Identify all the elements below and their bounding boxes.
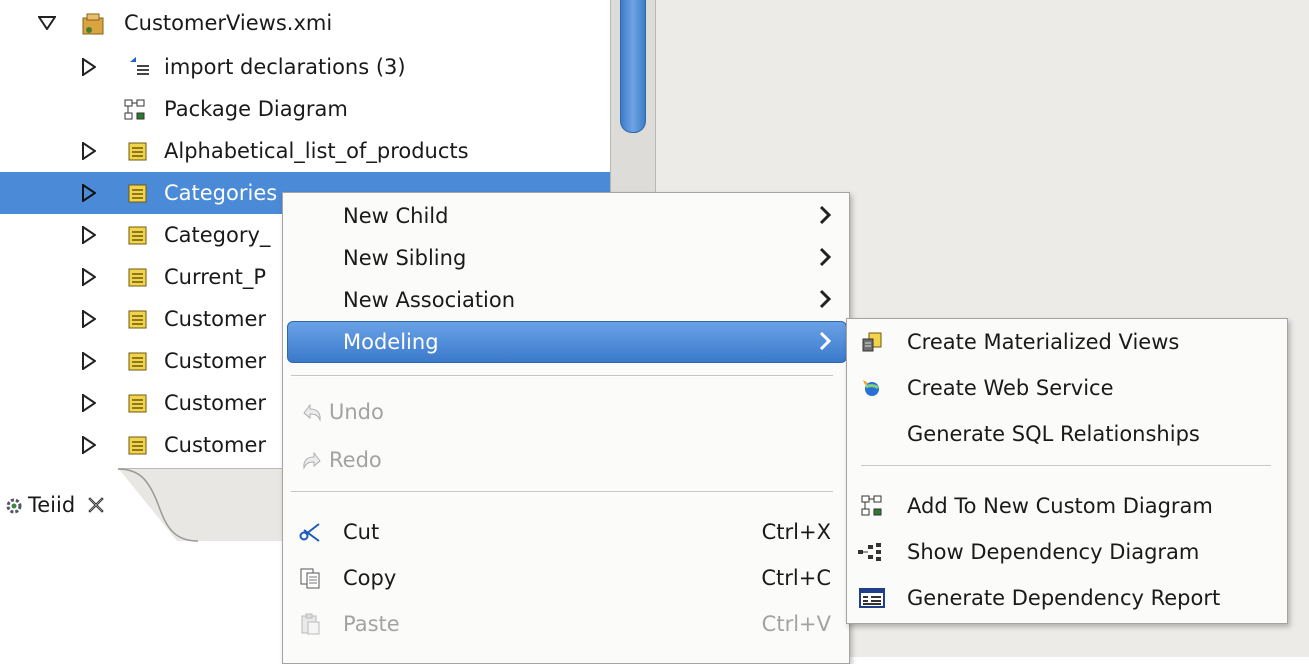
redo-icon [303, 451, 321, 470]
menu-item-new-sibling[interactable]: New Sibling [283, 237, 849, 279]
menu-item-label: Paste [343, 612, 400, 636]
menu-item-label: Generate Dependency Report [907, 586, 1221, 610]
custom-diagram-icon [861, 495, 882, 516]
menu-item-label: Add To New Custom Diagram [907, 494, 1213, 518]
context-menu: New Child New Sibling New Association Mo… [282, 192, 850, 664]
submenu-item-create-web-service[interactable]: Create Web Service [847, 367, 1287, 409]
undo-icon [303, 403, 321, 422]
menu-item-new-association[interactable]: New Association [283, 279, 849, 321]
modeling-submenu: Create Materialized Views Create Web Ser… [846, 318, 1288, 624]
view-table-icon [128, 394, 148, 414]
tree-item-label: import declarations (3) [164, 55, 406, 79]
cut-icon [299, 523, 320, 542]
submenu-item-create-materialized-views[interactable]: Create Materialized Views [847, 321, 1287, 363]
tree-root-label: CustomerViews.xmi [124, 11, 333, 35]
menu-item-label: New Child [343, 204, 449, 228]
tree-item-label: Categories [164, 181, 278, 205]
collapsed-twisty-icon[interactable] [80, 267, 98, 287]
tree-item-label: Alphabetical_list_of_products [164, 139, 469, 163]
submenu-item-generate-sql-relationships[interactable]: Generate SQL Relationships [847, 413, 1287, 455]
tree-row-root[interactable]: CustomerViews.xmi [0, 2, 610, 44]
chevron-right-icon [819, 205, 832, 225]
tree-row-package-diagram[interactable]: Package Diagram [0, 88, 610, 130]
menu-item-label: Show Dependency Diagram [907, 540, 1200, 564]
shortcut-label: Ctrl+X [761, 520, 831, 544]
tree-item-label: Current_P [164, 265, 267, 289]
menu-item-label: Copy [343, 566, 397, 590]
collapsed-twisty-icon[interactable] [80, 57, 98, 77]
menu-separator [291, 375, 833, 377]
view-table-icon [128, 268, 148, 288]
chevron-right-icon [819, 331, 832, 351]
menu-item-new-child[interactable]: New Child [283, 195, 849, 237]
menu-item-label: Undo [329, 400, 384, 424]
view-table-icon [128, 436, 148, 456]
menu-item-label: Redo [329, 448, 382, 472]
view-table-icon [128, 142, 148, 162]
collapsed-twisty-icon[interactable] [80, 351, 98, 371]
menu-item-label: Create Materialized Views [907, 330, 1180, 354]
package-diagram-icon [124, 99, 145, 120]
view-table-icon [128, 226, 148, 246]
menu-item-label: Cut [343, 520, 380, 544]
menu-separator [291, 491, 833, 493]
import-declarations-icon [128, 56, 149, 76]
tree-item-label: Customer [164, 433, 267, 457]
teiid-gear-icon [4, 496, 24, 516]
chevron-right-icon [819, 247, 832, 267]
menu-separator [861, 465, 1271, 467]
dependency-diagram-icon [858, 543, 881, 561]
tree-item-label: Customer [164, 349, 267, 373]
menu-item-label: Generate SQL Relationships [907, 422, 1200, 446]
tab-teiid-label: Teiid [28, 493, 76, 517]
web-service-icon [863, 380, 880, 396]
collapsed-twisty-icon[interactable] [80, 183, 98, 203]
collapsed-twisty-icon[interactable] [80, 141, 98, 161]
menu-item-redo[interactable]: Redo [283, 439, 849, 481]
shortcut-label: Ctrl+C [761, 566, 831, 590]
view-table-icon [128, 184, 148, 204]
chevron-right-icon [819, 289, 832, 309]
menu-item-label: Create Web Service [907, 376, 1114, 400]
collapsed-twisty-icon[interactable] [80, 393, 98, 413]
materialized-views-icon [862, 332, 882, 352]
menu-item-paste[interactable]: Paste Ctrl+V [283, 603, 849, 645]
menu-item-undo[interactable]: Undo [283, 391, 849, 433]
submenu-item-show-dependency-diagram[interactable]: Show Dependency Diagram [847, 531, 1287, 573]
tree-item-label: Customer [164, 391, 267, 415]
tab-edge-curve [118, 468, 198, 542]
expanded-twisty-icon[interactable] [38, 13, 56, 33]
collapsed-twisty-icon[interactable] [80, 435, 98, 455]
menu-item-label: New Sibling [343, 246, 467, 270]
view-table-icon [128, 352, 148, 372]
tree-row-import-declarations[interactable]: import declarations (3) [0, 46, 610, 88]
model-project-icon [81, 12, 105, 36]
copy-icon [300, 568, 320, 589]
menu-item-copy[interactable]: Copy Ctrl+C [283, 557, 849, 599]
submenu-item-add-to-new-custom-diagram[interactable]: Add To New Custom Diagram [847, 485, 1287, 527]
collapsed-twisty-icon[interactable] [80, 309, 98, 329]
tree-row-table[interactable]: Alphabetical_list_of_products [0, 130, 610, 172]
collapsed-twisty-icon[interactable] [80, 225, 98, 245]
scrollbar-thumb[interactable] [620, 0, 646, 133]
menu-item-cut[interactable]: Cut Ctrl+X [283, 511, 849, 553]
menu-item-label: New Association [343, 288, 516, 312]
close-icon[interactable] [86, 495, 108, 517]
paste-icon [301, 613, 320, 635]
tree-item-label: Category_ [164, 223, 271, 247]
menu-item-label: Modeling [343, 330, 439, 354]
shortcut-label: Ctrl+V [761, 612, 831, 636]
view-table-icon [128, 310, 148, 330]
submenu-item-generate-dependency-report[interactable]: Generate Dependency Report [847, 577, 1287, 619]
tree-item-label: Package Diagram [164, 97, 348, 121]
menu-item-modeling[interactable]: Modeling [283, 321, 849, 363]
tree-item-label: Customer [164, 307, 267, 331]
dependency-report-icon [859, 588, 885, 608]
